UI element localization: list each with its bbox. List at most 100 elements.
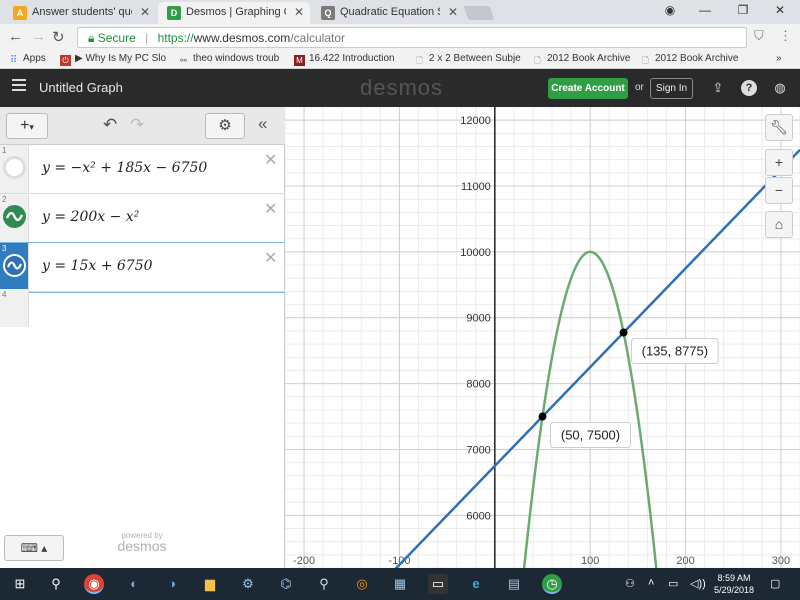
extension-shield-icon[interactable]: ⛉ xyxy=(754,28,764,44)
graph-title[interactable]: Untitled Graph xyxy=(39,80,123,95)
close-window-icon[interactable]: ✕ xyxy=(765,3,795,19)
graph-canvas[interactable]: 6000700080009000100001100012000-200 -100 1… xyxy=(285,107,800,568)
hamburger-menu-icon[interactable] xyxy=(12,79,26,92)
zoom-in-icon[interactable]: + xyxy=(765,149,793,176)
empty-expression-row[interactable]: 4 xyxy=(0,289,29,327)
tab-close-icon[interactable]: ✕ xyxy=(294,5,304,19)
magnifier-icon[interactable]: ⚲ xyxy=(314,574,334,594)
volume-icon[interactable]: ◁)) xyxy=(690,577,706,590)
expression-number: 3 xyxy=(2,244,7,253)
windows-start-icon[interactable]: ⊞ xyxy=(10,574,30,594)
bookmark-pc-slow[interactable]: ⏻ ▶ Why Is My PC Slo xyxy=(60,53,166,66)
forward-icon[interactable]: → xyxy=(31,28,46,45)
undo-icon[interactable]: ↶ xyxy=(103,115,117,135)
bookmark-2x2-between[interactable]: 🗋︎ 2 x 2 Between Subje xyxy=(414,53,520,66)
calendar-icon[interactable]: ▤ xyxy=(504,574,524,594)
bookmark-label: 2012 Book Archive xyxy=(655,53,739,64)
tray-expand-icon[interactable]: ˄ xyxy=(648,577,654,589)
y-tick-label: 6000 xyxy=(466,510,490,522)
tab-quadratic-solver[interactable]: Q Quadratic Equation Solve ✕ xyxy=(312,2,464,24)
bookmark-16422[interactable]: M 16.422 Introduction xyxy=(294,53,395,66)
x-tick-label: 100 xyxy=(581,555,599,567)
bookmark-book-archive-2[interactable]: 🗋︎ 2012 Book Archive xyxy=(640,53,738,66)
expression-row-1[interactable]: 1 y = −x² + 185x − 6750 ✕ xyxy=(0,145,285,194)
point-label: (50, 7500) xyxy=(561,428,620,443)
expression-visibility-toggle-icon[interactable] xyxy=(3,156,26,179)
network-icon[interactable]: ⌬ xyxy=(276,574,296,594)
menu-kebab-icon[interactable]: ⋮ xyxy=(779,28,792,44)
back-icon[interactable]: ← xyxy=(8,28,23,45)
notifications-icon[interactable]: ▢ xyxy=(770,577,780,590)
expression-math[interactable]: y = 200x − x² xyxy=(42,209,139,225)
redo-icon[interactable]: ↷ xyxy=(130,115,144,135)
calculator-favicon-icon: Q xyxy=(321,6,335,20)
battery-icon[interactable]: ▭ xyxy=(668,577,678,590)
app-icon[interactable]: ◎ xyxy=(352,574,372,594)
bookmark-apps[interactable]: ⠿ Apps xyxy=(8,53,46,66)
answer-favicon-icon: A xyxy=(13,6,27,20)
edge-icon[interactable]: e xyxy=(466,574,486,594)
expression-visibility-toggle-icon[interactable] xyxy=(3,205,26,228)
tab-answer-questions[interactable]: A Answer students' questio ✕ xyxy=(4,2,156,24)
help-icon[interactable]: ? xyxy=(741,80,757,96)
app-icon[interactable]: ▦ xyxy=(390,574,410,594)
delete-expression-icon[interactable]: ✕ xyxy=(264,199,277,219)
profile-icon[interactable]: ◉ xyxy=(655,3,685,19)
or-label: or xyxy=(635,82,644,93)
sign-in-button[interactable]: Sign In xyxy=(650,78,693,99)
file-explorer-icon[interactable]: ▆ xyxy=(200,574,220,594)
zoom-out-icon[interactable]: − xyxy=(765,177,793,204)
edge-icon[interactable]: ◑ xyxy=(162,574,182,594)
bookmark-label: 2012 Book Archive xyxy=(547,53,631,64)
people-icon[interactable]: ⚇ xyxy=(625,577,635,590)
collapse-panel-icon[interactable]: « xyxy=(258,114,267,134)
share-icon[interactable]: ⇪ xyxy=(710,80,726,96)
tab-close-icon[interactable]: ✕ xyxy=(140,5,150,19)
desmos-icon[interactable]: ◷ xyxy=(542,574,562,594)
url-protocol: https:// xyxy=(157,31,194,45)
default-zoom-home-icon[interactable]: ⌂ xyxy=(765,211,793,238)
reload-icon[interactable]: ↻ xyxy=(52,28,65,46)
graph-paper[interactable]: 6000 7000 8000 9000 10000 11000 12000 -200 -100 1… xyxy=(285,107,800,568)
bookmarks-overflow-button[interactable]: » xyxy=(776,53,782,64)
expression-visibility-toggle-icon[interactable] xyxy=(3,254,26,277)
bookmark-windows-troubleshoot[interactable]: ⚯ theo windows troub xyxy=(178,53,279,66)
point-label: (135, 8775) xyxy=(642,344,709,359)
create-account-button[interactable]: Create Account xyxy=(548,78,628,99)
windows-taskbar: ⊞ ⚲ ◉ ◐ ◑ ▆ ⚙ ⌬ ⚲ ◎ ▦ ▭ e ▤ ◷ ⚇ ˄ ▭ ◁)) … xyxy=(0,568,800,600)
taskbar-clock[interactable]: 8:59 AM 5/29/2018 xyxy=(712,572,756,596)
settings-gear-button[interactable]: ⚙ xyxy=(205,113,245,139)
bookmark-book-archive-1[interactable]: 🗋︎ 2012 Book Archive xyxy=(532,53,630,66)
graph-settings-wrench-icon[interactable]: 🔧︎ xyxy=(765,114,793,141)
y-tick-label: 9000 xyxy=(466,313,490,325)
settings-icon[interactable]: ⚙ xyxy=(238,574,258,594)
language-globe-icon[interactable]: ◍ xyxy=(772,80,788,96)
chrome-icon[interactable]: ◉ xyxy=(84,574,104,594)
tab-close-icon[interactable]: ✕ xyxy=(448,5,458,19)
expression-number: 4 xyxy=(2,290,7,299)
url-field[interactable]: 🔒︎ Secure | https://www.desmos.com/calcu… xyxy=(77,27,747,48)
link-icon: ⚯ xyxy=(180,56,187,65)
bookmarks-bar: ⠿ Apps ⏻ ▶ Why Is My PC Slo ⚯ theo windows … xyxy=(0,50,800,69)
add-item-button[interactable]: +▾ xyxy=(6,113,48,139)
expression-math[interactable]: y = −x² + 185x − 6750 xyxy=(42,160,207,176)
tab-desmos[interactable]: D Desmos | Graphing Calcu ✕ xyxy=(158,2,310,24)
browser-tab-strip: A Answer students' questio ✕ D Desmos | … xyxy=(0,0,800,24)
keypad-toggle-button[interactable]: ⌨ ▴ xyxy=(4,535,64,561)
search-icon[interactable]: ⚲ xyxy=(46,574,66,594)
app-icon[interactable]: ◐ xyxy=(124,574,144,594)
y-tick-label: 12000 xyxy=(460,115,491,127)
restore-icon[interactable]: ❐ xyxy=(728,3,758,19)
expression-row-3[interactable]: 3 y = 15x + 6750 ✕ xyxy=(0,242,286,293)
minimize-icon[interactable]: — xyxy=(690,3,720,19)
delete-expression-icon[interactable]: ✕ xyxy=(264,150,277,170)
expression-math[interactable]: y = 15x + 6750 xyxy=(42,258,153,274)
delete-expression-icon[interactable]: ✕ xyxy=(264,248,277,268)
new-tab-button[interactable] xyxy=(463,6,495,20)
apps-grid-icon: ⠿ xyxy=(9,55,18,66)
lock-icon: 🔒︎ xyxy=(88,31,95,45)
terminal-icon[interactable]: ▭ xyxy=(428,574,448,594)
y-tick-label: 7000 xyxy=(466,444,490,456)
powered-by-desmos: powered by desmos xyxy=(110,531,174,554)
expression-row-2[interactable]: 2 y = 200x − x² ✕ xyxy=(0,194,285,243)
